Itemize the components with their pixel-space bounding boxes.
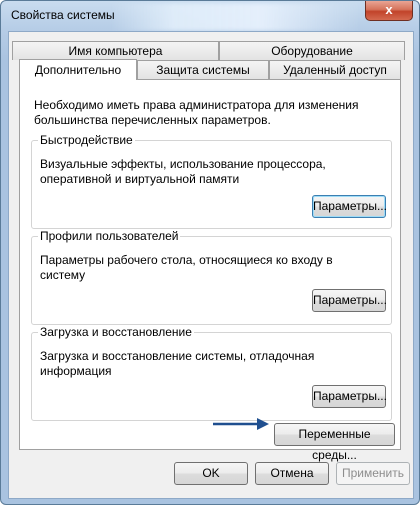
group-legend-performance: Быстродействие [38, 133, 135, 148]
ok-button[interactable]: OK [174, 462, 248, 485]
tab-advanced[interactable]: Дополнительно [19, 59, 137, 80]
advanced-tab-panel: Необходимо иметь права администратора дл… [19, 79, 401, 462]
tab-hardware[interactable]: Оборудование [219, 41, 405, 60]
performance-settings-button[interactable]: Параметры... [312, 195, 387, 218]
tab-label: Оборудование [271, 44, 353, 58]
admin-rights-note: Необходимо иметь права администратора дл… [34, 98, 359, 127]
group-legend-user-profiles: Профили пользователей [38, 229, 181, 244]
environment-variables-button[interactable]: Переменные среды... [274, 423, 395, 462]
group-startup-recovery: Загрузка и восстановление Загрузка и вос… [31, 325, 392, 421]
system-properties-window: Свойства системы x Имя компьютера Оборуд… [0, 0, 420, 505]
arrow-right-icon [213, 418, 269, 430]
group-description: Визуальные эффекты, использование процес… [40, 157, 326, 186]
tab-label: Удаленный доступ [283, 63, 387, 77]
tab-label: Защита системы [156, 63, 250, 77]
user-profiles-settings-button[interactable]: Параметры... [312, 289, 387, 312]
tab-label: Имя компьютера [68, 44, 163, 58]
close-icon: x [385, 2, 393, 17]
group-performance: Быстродействие Визуальные эффекты, испол… [31, 133, 392, 229]
window-title: Свойства системы [11, 8, 115, 22]
tab-system-protection[interactable]: Защита системы [137, 60, 269, 79]
tab-label: Дополнительно [34, 63, 122, 77]
tab-remote-access[interactable]: Удаленный доступ [269, 60, 401, 79]
title-bar-blur [111, 3, 361, 31]
close-button[interactable]: x [365, 1, 413, 21]
group-description: Загрузка и восстановление системы, отлад… [40, 349, 315, 378]
group-description: Параметры рабочего стола, относящиеся ко… [40, 253, 333, 282]
tab-computer-name[interactable]: Имя компьютера [12, 41, 219, 60]
group-user-profiles: Профили пользователей Параметры рабочего… [31, 229, 392, 325]
group-legend-startup-recovery: Загрузка и восстановление [38, 325, 194, 340]
startup-recovery-settings-button[interactable]: Параметры... [312, 385, 387, 408]
